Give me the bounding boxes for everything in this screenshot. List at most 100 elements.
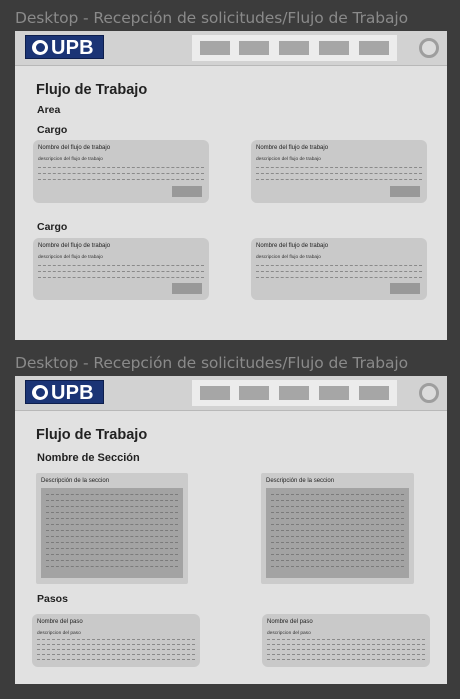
text-line bbox=[46, 512, 178, 513]
user-avatar-icon[interactable] bbox=[419, 383, 439, 403]
upb-logo-icon bbox=[32, 40, 48, 55]
section-description-area bbox=[41, 488, 183, 578]
nav-item[interactable] bbox=[200, 386, 230, 400]
page-title: Flujo de Trabajo bbox=[36, 82, 148, 98]
cargo-label: Cargo bbox=[37, 124, 68, 136]
text-line bbox=[38, 167, 204, 168]
text-line bbox=[271, 524, 404, 525]
text-line bbox=[267, 639, 425, 640]
step-card-description: descripcion del paso bbox=[267, 631, 311, 636]
text-line bbox=[46, 566, 178, 567]
text-line bbox=[271, 566, 404, 567]
text-line bbox=[271, 500, 404, 501]
page-title: Flujo de Trabajo bbox=[36, 427, 148, 443]
nav-item[interactable] bbox=[200, 41, 230, 55]
text-line bbox=[38, 271, 204, 272]
workflow-card-button[interactable] bbox=[172, 283, 202, 294]
nav-item[interactable] bbox=[279, 386, 309, 400]
text-line bbox=[37, 649, 195, 650]
text-line bbox=[46, 554, 178, 555]
frame-flujo-de-trabajo-detalle: UPB Flujo de Trabajo Nombre de Sección D… bbox=[15, 376, 447, 684]
text-line bbox=[46, 494, 178, 495]
workflow-card-description: descripcion del flujo de trabajo bbox=[38, 255, 103, 260]
text-line bbox=[37, 644, 195, 645]
text-line bbox=[37, 659, 195, 660]
nav-item[interactable] bbox=[359, 386, 389, 400]
workflow-card-button[interactable] bbox=[390, 283, 420, 294]
nav-item[interactable] bbox=[239, 41, 269, 55]
workflow-card[interactable]: Nombre del flujo de trabajo descripcion … bbox=[251, 238, 427, 300]
upb-logo-icon bbox=[32, 385, 48, 400]
section-description-area bbox=[266, 488, 409, 578]
frame-title: Desktop - Recepción de solicitudes/Flujo… bbox=[15, 9, 408, 27]
nav-item[interactable] bbox=[279, 41, 309, 55]
text-line bbox=[271, 542, 404, 543]
workflow-card-title: Nombre del flujo de trabajo bbox=[256, 145, 329, 151]
nav-menu bbox=[192, 380, 397, 406]
section-card[interactable]: Descripción de la seccion bbox=[36, 473, 188, 584]
workflow-card-title: Nombre del flujo de trabajo bbox=[256, 243, 329, 249]
text-line bbox=[46, 560, 178, 561]
workflow-card[interactable]: Nombre del flujo de trabajo descripcion … bbox=[251, 140, 427, 203]
section-card-title: Descripción de la seccion bbox=[266, 478, 335, 484]
text-line bbox=[38, 179, 204, 180]
text-line bbox=[271, 530, 404, 531]
logo-text: UPB bbox=[51, 382, 94, 404]
text-line bbox=[267, 654, 425, 655]
text-line bbox=[46, 518, 178, 519]
text-line bbox=[256, 265, 422, 266]
nav-item[interactable] bbox=[319, 386, 349, 400]
text-line bbox=[46, 500, 178, 501]
nav-menu bbox=[192, 35, 397, 61]
text-line bbox=[46, 548, 178, 549]
text-line bbox=[271, 560, 404, 561]
text-line bbox=[37, 639, 195, 640]
text-line bbox=[271, 554, 404, 555]
text-line bbox=[38, 173, 204, 174]
text-line bbox=[271, 518, 404, 519]
text-line bbox=[46, 506, 178, 507]
step-card-title: Nombre del paso bbox=[267, 619, 313, 625]
text-line bbox=[46, 524, 178, 525]
workflow-card-title: Nombre del flujo de trabajo bbox=[38, 145, 111, 151]
text-line bbox=[271, 536, 404, 537]
text-line bbox=[256, 167, 422, 168]
nav-item[interactable] bbox=[319, 41, 349, 55]
text-line bbox=[267, 649, 425, 650]
section-card[interactable]: Descripción de la seccion bbox=[261, 473, 414, 584]
text-line bbox=[256, 271, 422, 272]
area-label: Area bbox=[37, 104, 61, 116]
text-line bbox=[38, 277, 204, 278]
text-line bbox=[256, 173, 422, 174]
text-line bbox=[46, 530, 178, 531]
text-line bbox=[267, 659, 425, 660]
text-line bbox=[271, 506, 404, 507]
nav-item[interactable] bbox=[239, 386, 269, 400]
text-line bbox=[256, 179, 422, 180]
step-card[interactable]: Nombre del paso descripcion del paso bbox=[262, 614, 430, 667]
upb-logo[interactable]: UPB bbox=[25, 380, 104, 404]
section-card-title: Descripción de la seccion bbox=[41, 478, 110, 484]
text-line bbox=[267, 644, 425, 645]
text-line bbox=[271, 512, 404, 513]
text-line bbox=[46, 542, 178, 543]
workflow-card-button[interactable] bbox=[390, 186, 420, 197]
workflow-card-title: Nombre del flujo de trabajo bbox=[38, 243, 111, 249]
workflow-card[interactable]: Nombre del flujo de trabajo descripcion … bbox=[33, 140, 209, 203]
workflow-card[interactable]: Nombre del flujo de trabajo descripcion … bbox=[33, 238, 209, 300]
cargo-label: Cargo bbox=[37, 221, 68, 233]
text-line bbox=[46, 536, 178, 537]
workflow-card-description: descripcion del flujo de trabajo bbox=[256, 255, 321, 260]
user-avatar-icon[interactable] bbox=[419, 38, 439, 58]
upb-logo[interactable]: UPB bbox=[25, 35, 104, 59]
workflow-card-button[interactable] bbox=[172, 186, 202, 197]
section-name-label: Nombre de Sección bbox=[37, 452, 140, 464]
nav-item[interactable] bbox=[359, 41, 389, 55]
step-card[interactable]: Nombre del paso descripcion del paso bbox=[32, 614, 200, 667]
steps-label: Pasos bbox=[37, 593, 68, 605]
workflow-card-description: descripcion del flujo de trabajo bbox=[256, 157, 321, 162]
workflow-card-description: descripcion del flujo de trabajo bbox=[38, 157, 103, 162]
text-line bbox=[37, 654, 195, 655]
step-card-description: descripcion del paso bbox=[37, 631, 81, 636]
top-navigation-bar: UPB bbox=[15, 31, 447, 66]
